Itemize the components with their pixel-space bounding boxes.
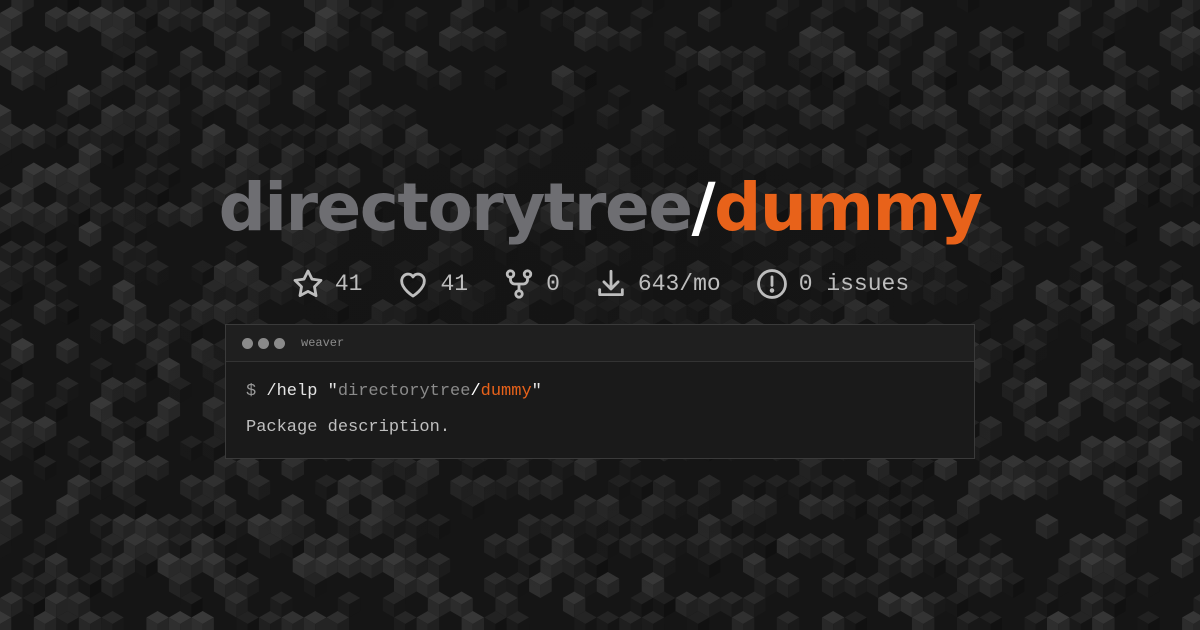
favorites-count: 41 <box>440 271 469 297</box>
stat-forks: 0 <box>502 267 560 301</box>
terminal-title: weaver <box>301 336 345 350</box>
quote-close: " <box>531 382 542 401</box>
package-name: dummy <box>714 169 983 246</box>
window-dot-icon <box>258 337 269 349</box>
fork-icon <box>505 269 533 299</box>
window-dot-icon <box>242 337 253 349</box>
title-slash: / <box>691 169 715 246</box>
terminal-titlebar: weaver <box>226 325 974 362</box>
issues-count: 0 issues <box>798 271 910 297</box>
cube-pattern-background <box>0 0 1200 630</box>
terminal-window: weaver $ /help "directorytree/dummy" Pac… <box>225 324 975 459</box>
stars-count: 41 <box>334 271 363 297</box>
download-icon <box>598 269 624 297</box>
arg-vendor: directorytree <box>337 382 471 401</box>
downloads-count: 643/mo <box>637 271 721 297</box>
issue-icon <box>756 269 787 299</box>
prompt-symbol: $ <box>246 382 257 401</box>
forks-count: 0 <box>546 271 560 297</box>
star-icon <box>293 269 323 298</box>
arg-package: dummy <box>480 382 532 401</box>
quote-open: " <box>327 382 338 401</box>
package-title: directorytree/dummy <box>0 168 1200 248</box>
command-line: $ /help "directorytree/dummy" <box>246 380 954 404</box>
stat-issues: 0 issues <box>755 267 909 301</box>
vendor-name: directorytree <box>218 169 693 246</box>
command-text: /help <box>266 382 318 401</box>
terminal-body: $ /help "directorytree/dummy" Package de… <box>226 362 974 440</box>
stats-bar: 41 41 0 643/mo 0 issues <box>0 264 1200 304</box>
heart-icon <box>400 272 427 298</box>
stat-stars: 41 <box>291 267 363 301</box>
stat-favorites: 41 <box>396 267 468 301</box>
stat-downloads: 643/mo <box>594 267 721 301</box>
social-card: directorytree/dummy 41 41 0 643/mo 0 iss… <box>0 0 1200 630</box>
output-line: Package description. <box>246 418 451 437</box>
window-dot-icon <box>274 337 285 349</box>
arg-slash: / <box>470 382 481 401</box>
